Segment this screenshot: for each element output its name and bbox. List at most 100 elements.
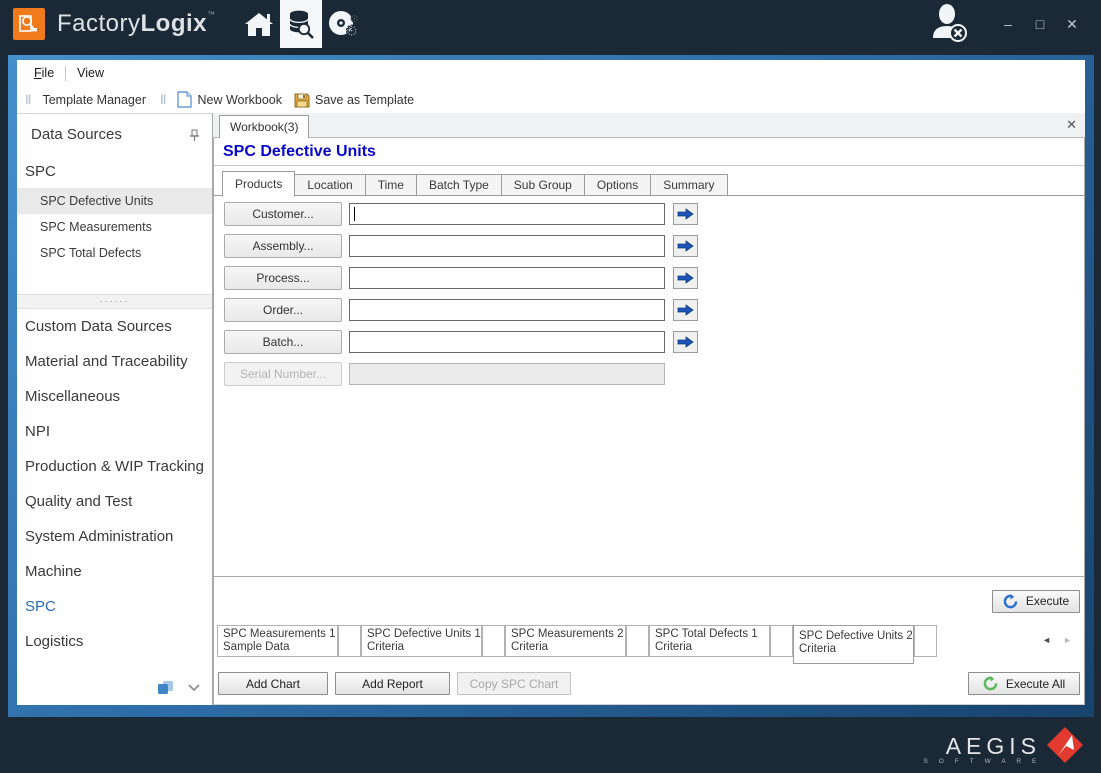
footer: AEGIS S O F T W A R E — [0, 717, 1101, 773]
tab-location[interactable]: Location — [295, 174, 365, 196]
data-sources-title: Data Sources — [31, 126, 122, 143]
batch-input[interactable] — [349, 331, 665, 353]
home-button[interactable] — [238, 0, 280, 48]
aegis-brand-text: AEGIS — [923, 735, 1041, 757]
sidebar-category-miscellaneous[interactable]: Miscellaneous — [17, 379, 212, 414]
criteria-panel: SPC Defective Units Products Location Ti… — [213, 138, 1085, 577]
bottom-tab-spc-total-defects-1[interactable]: SPC Total Defects 1Criteria — [649, 625, 770, 657]
close-button[interactable]: ✕ — [1061, 13, 1083, 35]
app-logo-icon — [13, 8, 45, 40]
sidebar-category-logistics[interactable]: Logistics — [17, 624, 212, 659]
sidebar-category-machine[interactable]: Machine — [17, 554, 212, 589]
new-workbook-button[interactable]: New Workbook — [171, 88, 288, 111]
order-button[interactable]: Order... — [224, 298, 342, 322]
brand-factory: Factory — [57, 10, 141, 37]
process-row: Process... — [224, 266, 1074, 290]
tab-line2: Criteria — [511, 641, 625, 654]
pin-icon[interactable] — [188, 129, 200, 141]
tab-summary[interactable]: Summary — [651, 174, 727, 196]
sidebar-splitter[interactable]: ······ — [17, 294, 212, 309]
add-report-button[interactable]: Add Report — [335, 672, 450, 695]
tab-scroll-right-icon: ► — [1063, 635, 1072, 645]
settings-button[interactable]: ⚙ ⚙ — [322, 0, 364, 48]
bottom-tab-spc-measurements-1[interactable]: SPC Measurements 1Sample Data — [217, 625, 338, 657]
assembly-button[interactable]: Assembly... — [224, 234, 342, 258]
bottom-tabstrip: SPC Measurements 1Sample Data SPC Defect… — [213, 625, 1085, 667]
products-form: Customer... Assembly... — [214, 196, 1084, 400]
sidebar-item-spc-measurements[interactable]: SPC Measurements — [17, 214, 212, 240]
workbook-tab[interactable]: Workbook(3) — [219, 115, 309, 138]
titlebar: FactoryLogix™ ⚙ ⚙ — [0, 0, 1101, 48]
customer-apply-button[interactable] — [673, 203, 698, 225]
brand-tm: ™ — [207, 10, 216, 19]
order-row: Order... — [224, 298, 1074, 322]
sidebar-category-production-wip-tracking[interactable]: Production & WIP Tracking — [17, 449, 212, 484]
tab-line1: SPC Defective Units 2 — [799, 630, 913, 643]
save-as-template-button[interactable]: Save as Template — [288, 89, 420, 111]
tab-options[interactable]: Options — [585, 174, 651, 196]
sidebar-item-spc-total-defects[interactable]: SPC Total Defects — [17, 240, 212, 266]
menu-file[interactable]: File — [27, 63, 61, 83]
data-sources-button[interactable] — [280, 0, 322, 48]
tab-time[interactable]: Time — [366, 174, 417, 196]
sidebar-category-spc[interactable]: SPC — [17, 589, 212, 624]
aegis-software-text: S O F T W A R E — [923, 758, 1041, 765]
process-button[interactable]: Process... — [224, 266, 342, 290]
customer-input[interactable] — [349, 203, 665, 225]
tab-scroll-left-icon[interactable]: ◄ — [1042, 635, 1051, 645]
workbook-close-icon[interactable]: ✕ — [1066, 117, 1077, 133]
copy-spc-chart-button: Copy SPC Chart — [457, 672, 571, 695]
home-icon — [243, 10, 275, 38]
arrow-right-icon — [677, 240, 694, 252]
tab-line1: SPC Total Defects 1 — [655, 628, 769, 641]
arrow-right-icon — [677, 304, 694, 316]
sidebar-item-spc-defective-units[interactable]: SPC Defective Units — [17, 188, 212, 214]
tab-batch-type[interactable]: Batch Type — [417, 174, 502, 196]
workbook-area: Workbook(3) ✕ SPC Defective Units Produc… — [213, 113, 1085, 705]
layers-icon[interactable] — [157, 680, 174, 695]
user-account-button[interactable] — [927, 2, 969, 47]
tab-line1: SPC Defective Units 1 — [367, 628, 481, 641]
criteria-tabstrip: Products Location Time Batch Type Sub Gr… — [214, 166, 1084, 196]
process-input[interactable] — [349, 267, 665, 289]
batch-apply-button[interactable] — [673, 331, 698, 353]
bottom-tab-spc-measurements-2[interactable]: SPC Measurements 2Criteria — [505, 625, 626, 657]
tab-products[interactable]: Products — [222, 171, 295, 197]
arrow-right-icon — [677, 208, 694, 220]
sidebar-category-material-and-traceability[interactable]: Material and Traceability — [17, 344, 212, 379]
sidebar-category-npi[interactable]: NPI — [17, 414, 212, 449]
sidebar-category-system-administration[interactable]: System Administration — [17, 519, 212, 554]
tab-line2: Criteria — [367, 641, 481, 654]
maximize-button[interactable]: □ — [1029, 13, 1051, 35]
menubar: File View — [17, 60, 1085, 86]
sidebar-category-quality-and-test[interactable]: Quality and Test — [17, 484, 212, 519]
save-icon — [294, 92, 310, 108]
execute-button[interactable]: Execute — [992, 590, 1080, 613]
execute-all-label: Execute All — [1006, 677, 1065, 691]
menu-view[interactable]: View — [70, 63, 111, 83]
assembly-input[interactable] — [349, 235, 665, 257]
aegis-logo: AEGIS S O F T W A R E — [923, 725, 1085, 769]
add-chart-button[interactable]: Add Chart — [218, 672, 328, 695]
assembly-apply-button[interactable] — [673, 235, 698, 257]
execute-all-button[interactable]: Execute All — [968, 672, 1080, 695]
process-apply-button[interactable] — [673, 267, 698, 289]
actions-row: Add Chart Add Report Copy SPC Chart Exec… — [213, 667, 1085, 705]
batch-button[interactable]: Batch... — [224, 330, 342, 354]
order-apply-button[interactable] — [673, 299, 698, 321]
sidebar-category-custom-data-sources[interactable]: Custom Data Sources — [17, 309, 212, 344]
customer-button[interactable]: Customer... — [224, 202, 342, 226]
sidebar-group-spc[interactable]: SPC — [17, 153, 212, 188]
tab-sub-group[interactable]: Sub Group — [502, 174, 585, 196]
menu-separator — [65, 66, 66, 81]
minimize-button[interactable]: – — [997, 13, 1019, 35]
bottom-tab-spacer — [914, 625, 937, 657]
chevron-down-icon[interactable] — [188, 684, 200, 692]
template-manager-button[interactable]: Template Manager — [36, 90, 152, 110]
order-input[interactable] — [349, 299, 665, 321]
bottom-tab-spc-defective-units-2[interactable]: SPC Defective Units 2Criteria — [793, 625, 914, 664]
bottom-tab-spc-defective-units-1[interactable]: SPC Defective Units 1Criteria — [361, 625, 482, 657]
main-window: File View ‖ Template Manager ‖ New Workb… — [8, 55, 1094, 717]
execute-label: Execute — [1026, 594, 1069, 608]
app-title: FactoryLogix™ — [57, 10, 216, 38]
